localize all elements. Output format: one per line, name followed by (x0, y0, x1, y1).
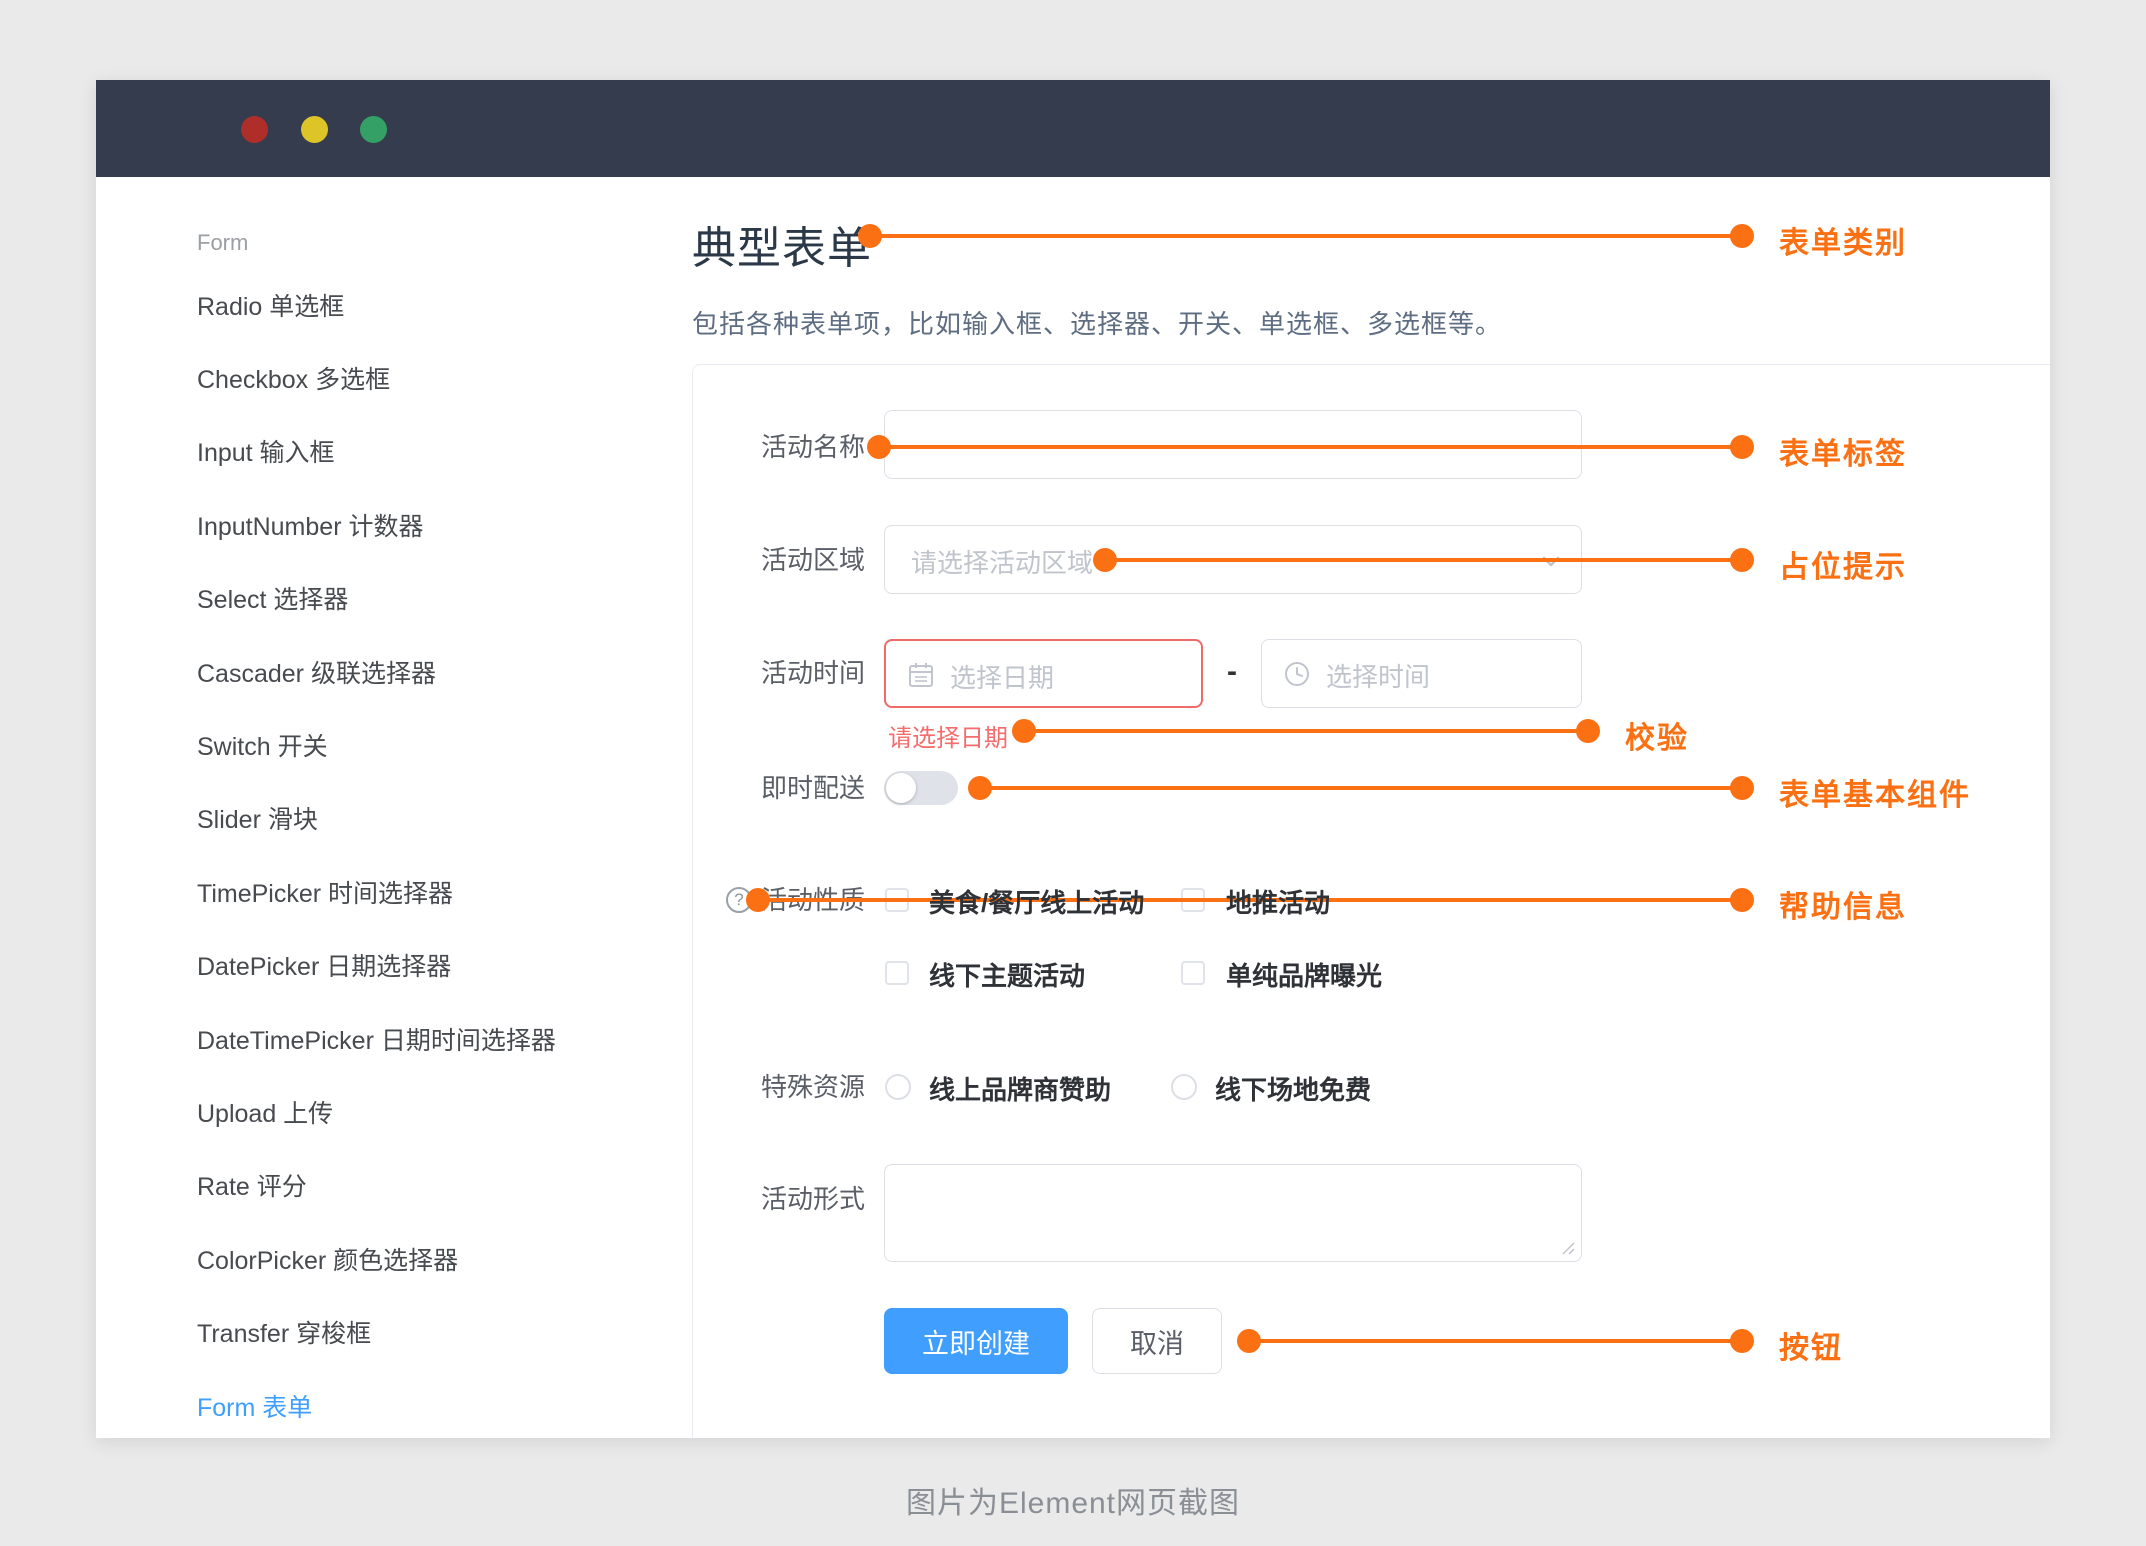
cancel-button[interactable]: 取消 (1092, 1308, 1222, 1374)
sidebar-item-colorpicker[interactable]: ColorPicker 颜色选择器 (197, 1222, 556, 1295)
sidebar-item-input[interactable]: Input 输入框 (197, 415, 556, 488)
label-instant-delivery: 即时配送 (760, 773, 865, 803)
sidebar-item-radio[interactable]: Radio 单选框 (197, 268, 556, 341)
image-caption: 图片为Element网页截图 (905, 1487, 1241, 1520)
radio-online-sponsor[interactable] (885, 1074, 911, 1100)
window-titlebar (96, 80, 2050, 177)
date-picker-input[interactable]: 选择日期 (884, 639, 1203, 708)
sidebar-item-rate[interactable]: Rate 评分 (197, 1149, 556, 1222)
create-button[interactable]: 立即创建 (884, 1308, 1068, 1374)
label-activity-region: 活动区域 (760, 545, 865, 575)
instant-delivery-switch[interactable] (884, 771, 958, 805)
time-picker-input[interactable]: 选择时间 (1261, 639, 1582, 708)
annotation-form-category: 表单类别 (1779, 227, 1907, 260)
sidebar-item-timepicker[interactable]: TimePicker 时间选择器 (197, 855, 556, 928)
resize-handle-icon[interactable] (1560, 1240, 1576, 1256)
close-window-icon[interactable] (241, 116, 268, 143)
sidebar-item-cascader[interactable]: Cascader 级联选择器 (197, 635, 556, 708)
date-time-separator: - (1227, 655, 1237, 688)
minimize-window-icon[interactable] (301, 116, 328, 143)
annotation-validation: 校验 (1625, 722, 1689, 755)
annotation-help-info: 帮助信息 (1779, 891, 1907, 924)
label-activity-time: 活动时间 (760, 658, 865, 688)
sidebar-nav: Radio 单选框 Checkbox 多选框 Input 输入框 InputNu… (197, 268, 556, 1438)
annotation-basic-components: 表单基本组件 (1779, 779, 1971, 812)
sidebar-item-form[interactable]: Form 表单 (197, 1369, 556, 1438)
checkbox-label-offline-theme[interactable]: 线下主题活动 (929, 956, 1085, 993)
checkbox-label-ground-promo[interactable]: 地推活动 (1226, 883, 1330, 920)
annotation-buttons: 按钮 (1779, 1332, 1843, 1365)
sidebar-item-inputnumber[interactable]: InputNumber 计数器 (197, 488, 556, 561)
checkbox-label-brand-exposure[interactable]: 单纯品牌曝光 (1226, 956, 1382, 993)
sidebar-item-checkbox[interactable]: Checkbox 多选框 (197, 341, 556, 414)
page-subtitle: 包括各种表单项，比如输入框、选择器、开关、单选框、多选框等。 (692, 309, 1503, 339)
label-special-resource: 特殊资源 (760, 1072, 865, 1102)
radio-label-offline-venue[interactable]: 线下场地免费 (1215, 1070, 1371, 1107)
annotation-form-label: 表单标签 (1779, 438, 1907, 471)
sidebar-item-select[interactable]: Select 选择器 (197, 562, 556, 635)
checkbox-label-food-online[interactable]: 美食/餐厅线上活动 (929, 883, 1144, 920)
sidebar-section-form: Form (197, 230, 249, 255)
time-placeholder: 选择时间 (1326, 662, 1431, 692)
annotation-line-basic-components (968, 776, 1754, 800)
clock-icon (1282, 659, 1312, 689)
sidebar-item-slider[interactable]: Slider 滑块 (197, 782, 556, 855)
annotation-line-validation (1012, 719, 1600, 743)
annotation-placeholder-hint: 占位提示 (1779, 551, 1907, 584)
sidebar-item-switch[interactable]: Switch 开关 (197, 708, 556, 781)
sidebar-item-upload[interactable]: Upload 上传 (197, 1075, 556, 1148)
page-title: 典型表单 (692, 224, 872, 273)
checkbox-brand-exposure[interactable] (1181, 961, 1205, 985)
label-activity-form: 活动形式 (760, 1184, 865, 1214)
validation-message: 请选择日期 (888, 725, 1008, 752)
maximize-window-icon[interactable] (360, 116, 387, 143)
annotation-line-placeholder (1093, 548, 1754, 572)
calendar-icon (906, 660, 936, 690)
checkbox-offline-theme[interactable] (885, 961, 909, 985)
sidebar-item-datepicker[interactable]: DatePicker 日期选择器 (197, 929, 556, 1002)
annotation-line-buttons (1237, 1329, 1754, 1353)
date-placeholder: 选择日期 (950, 663, 1055, 693)
sidebar-item-transfer[interactable]: Transfer 穿梭框 (197, 1295, 556, 1368)
activity-form-textarea[interactable] (884, 1164, 1582, 1262)
switch-knob (886, 773, 916, 803)
radio-label-online-sponsor[interactable]: 线上品牌商赞助 (929, 1070, 1111, 1107)
region-placeholder: 请选择活动区域 (911, 548, 1094, 578)
radio-offline-venue[interactable] (1171, 1074, 1197, 1100)
annotation-line-form-category (858, 224, 1754, 248)
label-activity-name: 活动名称 (760, 432, 865, 462)
sidebar-item-datetimepicker[interactable]: DateTimePicker 日期时间选择器 (197, 1002, 556, 1075)
annotation-line-form-label (867, 435, 1754, 459)
browser-window: Form Radio 单选框 Checkbox 多选框 Input 输入框 In… (96, 80, 2050, 1438)
